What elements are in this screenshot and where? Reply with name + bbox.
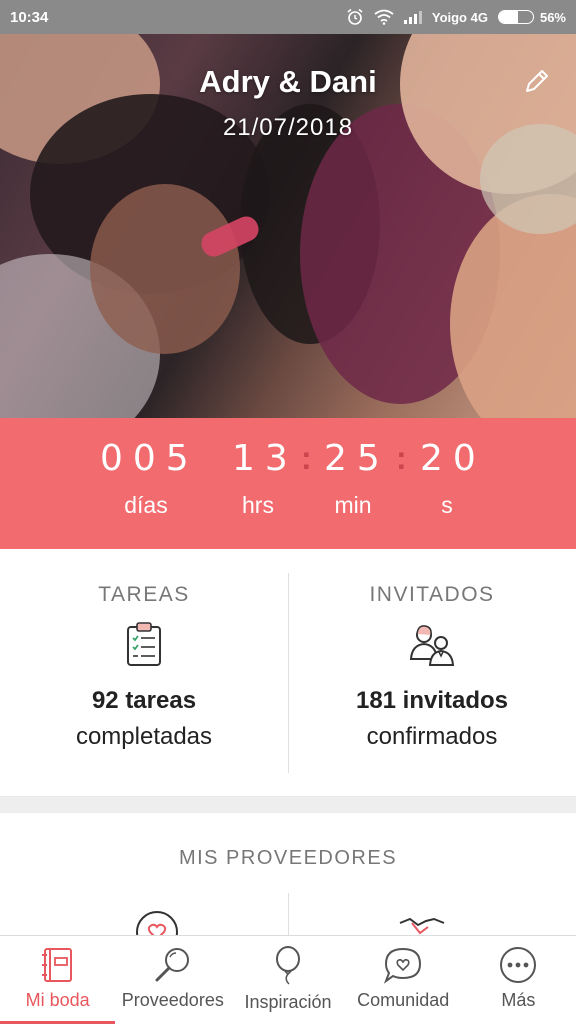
countdown-hours-label: hrs [242,492,274,518]
pencil-icon [526,70,548,92]
status-bar: 10:34 Yoigo 4G 56% [0,0,576,34]
more-icon [500,947,537,983]
section-gap [0,797,576,813]
wifi-icon [374,9,394,25]
countdown-separator: : [301,440,312,476]
chat-heart-icon [384,947,422,984]
nav-proveedores[interactable]: Proveedores [115,936,230,1024]
providers-title: MIS PROVEEDORES [178,847,398,869]
guests-subtext: confirmados [366,723,498,750]
wedding-date: 21/07/2018 [222,114,354,141]
battery-indicator: 56% [497,9,566,25]
nav-comunidad[interactable]: Comunidad [346,936,461,1024]
heart-badge-icon [134,909,180,935]
guests-icon [408,621,456,667]
alarm-icon [346,8,364,26]
couple-photo: Adry & Dani 21/07/2018 [0,34,576,418]
search-icon [155,948,189,982]
nav-label: Inspiración [244,992,332,1012]
nav-label: Mi boda [25,990,90,1010]
countdown-seconds-label: s [441,492,453,518]
battery-icon [497,10,534,24]
countdown-banner: 005 13 : 25 : 20 días hrs min s [0,418,576,549]
battery-percent: 56% [539,9,566,25]
guests-card[interactable]: INVITADOS 181 invitados confirmados [288,549,576,797]
nav-label: Más [501,990,536,1010]
status-icons: Yoigo 4G 56% [346,8,566,26]
clipboard-icon [124,621,164,667]
signal-icon [403,10,422,24]
handshake-icon [398,913,446,935]
providers-divider [288,893,289,935]
countdown-minutes: 25 [324,438,390,479]
tasks-title: TAREAS [98,583,190,606]
tasks-card[interactable]: TAREAS 92 tareas completadas [0,549,288,797]
nav-inspiracion[interactable]: Inspiración [230,936,345,1024]
countdown-hours: 13 [232,438,298,479]
notebook-icon [41,948,72,982]
guests-count: 181 invitados [355,687,509,714]
countdown-separator: : [396,440,407,476]
guests-title: INVITADOS [369,583,495,606]
countdown-days: 005 [100,438,199,479]
edit-button[interactable] [520,64,554,98]
summary-section: TAREAS 92 tareas completadas INVITADOS 1… [0,549,576,797]
tasks-subtext: completadas [75,723,213,750]
couple-names: Adry & Dani [199,64,377,99]
nav-mi-boda[interactable]: Mi boda [0,936,116,1024]
nav-label: Comunidad [357,990,450,1010]
carrier-name: Yoigo 4G [431,9,488,25]
nav-label: Proveedores [121,990,224,1010]
providers-section[interactable]: MIS PROVEEDORES [0,813,576,935]
balloon-icon [276,946,300,985]
countdown-days-label: días [124,492,168,518]
countdown-minutes-label: min [334,492,372,518]
status-time: 10:34 [10,8,49,26]
countdown-seconds: 20 [420,438,486,479]
bottom-nav: Mi boda Proveedores Inspiración Comunida… [0,935,576,1024]
tasks-count: 92 tareas [91,687,197,714]
nav-mas[interactable]: Más [461,936,576,1024]
